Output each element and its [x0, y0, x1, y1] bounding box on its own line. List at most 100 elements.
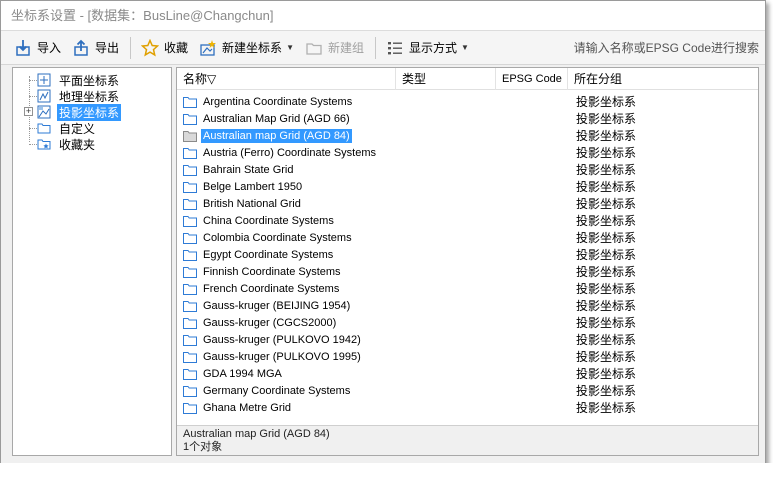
row-name: Gauss-kruger (BEIJING 1954)	[203, 299, 351, 312]
geographic-crs-icon	[37, 89, 51, 103]
row-group: 投影坐标系	[576, 384, 637, 398]
table-row[interactable]: Finnish Coordinate Systems 投影坐标系	[177, 263, 758, 280]
table-row[interactable]: Bahrain State Grid 投影坐标系	[177, 161, 758, 178]
row-group: 投影坐标系	[576, 248, 637, 262]
toolbar-separator	[130, 36, 132, 59]
table-row[interactable]: Gauss-kruger (BEIJING 1954) 投影坐标系	[177, 297, 758, 314]
folder-icon	[183, 147, 201, 159]
row-group: 投影坐标系	[576, 299, 637, 313]
list-header: 名称▽ 类型 EPSG Code 所在分组	[177, 68, 758, 90]
folder-icon	[183, 249, 201, 261]
row-name-cell: Austria (Ferro) Coordinate Systems	[177, 146, 396, 160]
table-row[interactable]: Australian map Grid (AGD 84) 投影坐标系	[177, 127, 758, 144]
import-icon	[13, 38, 33, 58]
column-header-group[interactable]: 所在分组	[568, 68, 758, 90]
row-name: Argentina Coordinate Systems	[203, 95, 353, 108]
table-row[interactable]: French Coordinate Systems 投影坐标系	[177, 280, 758, 297]
row-group: 投影坐标系	[576, 265, 637, 279]
row-name-cell: Ghana Metre Grid	[177, 401, 396, 415]
table-row[interactable]: Egypt Coordinate Systems 投影坐标系	[177, 246, 758, 263]
favorite-button[interactable]: 收藏	[136, 35, 192, 61]
row-name: Egypt Coordinate Systems	[203, 248, 334, 261]
new-crs-icon	[198, 38, 218, 58]
table-row[interactable]: Argentina Coordinate Systems 投影坐标系	[177, 93, 758, 110]
folder-icon	[183, 96, 201, 108]
toolbar: 导入 导出 收藏 新建坐标系 ▼ 新建组 显示方式 ▼ 请输入名称或EPSG C…	[1, 31, 765, 65]
tree-item-label: 投影坐标系	[57, 103, 122, 121]
row-name: Gauss-kruger (PULKOVO 1995)	[203, 350, 361, 363]
tree-item-geographic[interactable]: 地理坐标系	[13, 88, 171, 104]
table-row[interactable]: British National Grid 投影坐标系	[177, 195, 758, 212]
window-title: 坐标系设置 - [数据集：BusLine@Changchun]	[1, 1, 765, 31]
torn-paper-edge	[0, 463, 773, 477]
row-name: Australian Map Grid (AGD 66)	[203, 112, 350, 125]
folder-icon	[183, 266, 201, 278]
row-group: 投影坐标系	[576, 333, 637, 347]
export-button[interactable]: 导出	[67, 35, 123, 61]
folder-icon	[183, 198, 201, 210]
folder-icon	[183, 130, 201, 142]
display-mode-label: 显示方式	[409, 41, 458, 55]
row-name-cell: GDA 1994 MGA	[177, 367, 396, 381]
table-row[interactable]: Gauss-kruger (PULKOVO 1995) 投影坐标系	[177, 348, 758, 365]
row-name-cell: Gauss-kruger (PULKOVO 1942)	[177, 333, 396, 347]
star-icon	[140, 38, 160, 58]
row-name: Ghana Metre Grid	[203, 401, 292, 414]
coordinate-system-dialog: 坐标系设置 - [数据集：BusLine@Changchun] 导入 导出 收藏	[0, 0, 766, 465]
expand-icon[interactable]: +	[24, 107, 33, 116]
column-header-name[interactable]: 名称▽	[177, 68, 396, 90]
tree-item-planar[interactable]: 平面坐标系	[13, 72, 171, 88]
tree-item-custom[interactable]: 自定义	[13, 120, 171, 136]
table-row[interactable]: Ghana Metre Grid 投影坐标系	[177, 399, 758, 416]
table-row[interactable]: Australian Map Grid (AGD 66) 投影坐标系	[177, 110, 758, 127]
table-row[interactable]: GDA 1994 MGA 投影坐标系	[177, 365, 758, 382]
crs-category-tree: 平面坐标系 地理坐标系 + 投影坐标系 自定义 收藏夹	[12, 67, 172, 456]
tree-item-projected[interactable]: + 投影坐标系	[13, 103, 171, 121]
folder-icon	[183, 317, 201, 329]
column-header-epsg[interactable]: EPSG Code	[496, 68, 568, 90]
tree-item-favorites[interactable]: 收藏夹	[13, 136, 171, 152]
row-group: 投影坐标系	[576, 231, 637, 245]
folder-icon	[183, 402, 201, 414]
new-crs-dropdown[interactable]: 新建坐标系 ▼	[194, 35, 298, 61]
planar-crs-icon	[37, 73, 51, 87]
import-button[interactable]: 导入	[9, 35, 65, 61]
row-group: 投影坐标系	[576, 129, 637, 143]
table-row[interactable]: Gauss-kruger (CGCS2000) 投影坐标系	[177, 314, 758, 331]
row-name-cell: Australian map Grid (AGD 84)	[177, 128, 396, 143]
folder-icon	[183, 300, 201, 312]
row-group: 投影坐标系	[576, 401, 637, 415]
tree-branch-line	[29, 96, 37, 97]
folder-icon	[183, 113, 201, 125]
row-name: Bahrain State Grid	[203, 163, 294, 176]
new-group-button[interactable]: 新建组	[300, 35, 368, 61]
row-name: GDA 1994 MGA	[203, 367, 282, 380]
row-name: Colombia Coordinate Systems	[203, 231, 352, 244]
tree-branch-line	[29, 144, 37, 145]
table-row[interactable]: Austria (Ferro) Coordinate Systems 投影坐标系	[177, 144, 758, 161]
row-group: 投影坐标系	[576, 95, 637, 109]
new-group-icon	[304, 38, 324, 58]
row-group: 投影坐标系	[576, 316, 637, 330]
row-name: China Coordinate Systems	[203, 214, 334, 227]
row-name: Austria (Ferro) Coordinate Systems	[203, 146, 376, 159]
display-mode-dropdown[interactable]: 显示方式 ▼	[381, 35, 473, 61]
tree-branch-line	[29, 128, 37, 129]
row-group: 投影坐标系	[576, 214, 637, 228]
row-name: French Coordinate Systems	[203, 282, 340, 295]
favorite-label: 收藏	[164, 41, 189, 55]
row-name: Gauss-kruger (PULKOVO 1942)	[203, 333, 361, 346]
search-input[interactable]	[519, 36, 759, 60]
list-view-icon	[385, 38, 405, 58]
table-row[interactable]: Germany Coordinate Systems 投影坐标系	[177, 382, 758, 399]
crs-list-pane: 名称▽ 类型 EPSG Code 所在分组 Argentina Coordina…	[176, 67, 759, 456]
row-group: 投影坐标系	[576, 163, 637, 177]
table-row[interactable]: Colombia Coordinate Systems 投影坐标系	[177, 229, 758, 246]
folder-icon	[183, 232, 201, 244]
tree-item-label: 地理坐标系	[59, 89, 120, 104]
table-row[interactable]: Gauss-kruger (PULKOVO 1942) 投影坐标系	[177, 331, 758, 348]
export-label: 导出	[95, 41, 120, 55]
column-header-type[interactable]: 类型	[396, 68, 496, 90]
table-row[interactable]: Belge Lambert 1950 投影坐标系	[177, 178, 758, 195]
table-row[interactable]: China Coordinate Systems 投影坐标系	[177, 212, 758, 229]
